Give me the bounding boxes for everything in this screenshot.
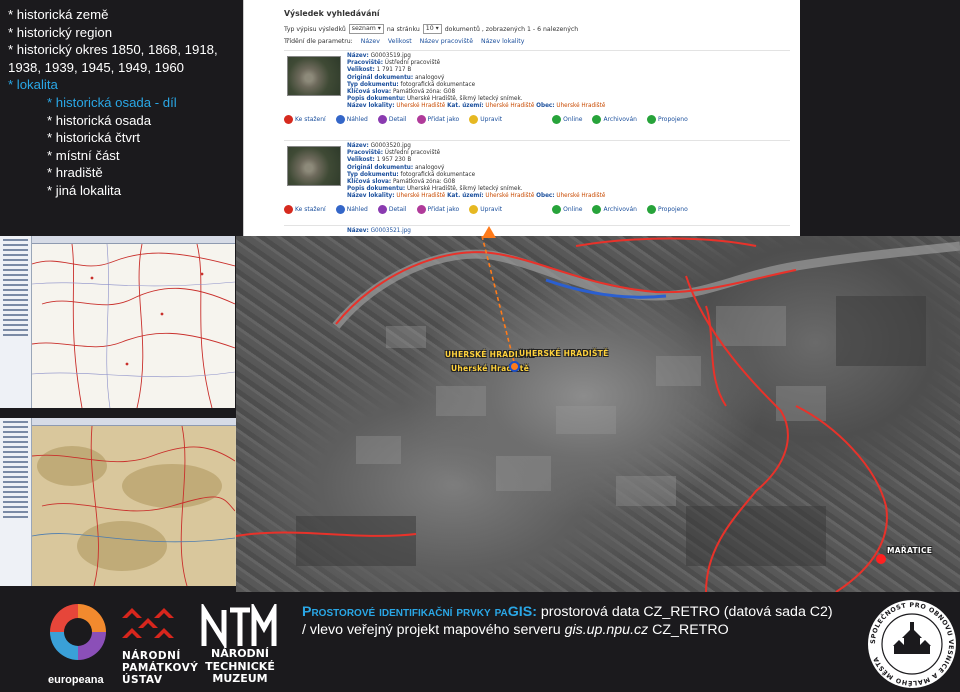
per-page-select[interactable]: 10 ▾ (422, 24, 442, 34)
aerial-photo-map[interactable]: UHERSKÉ HRADIŠTĚ UHERSKÉ HRADIŠTĚ Uhersk… (236, 236, 960, 592)
detail-button[interactable]: Detail (377, 205, 407, 214)
download-button[interactable]: Ke stažení (284, 205, 326, 214)
record-fields: Název: G0003520.jpg Pracoviště: Ústřední… (347, 143, 606, 200)
result-record-partial: Název: G0003521.jpg (284, 225, 790, 235)
map-label-maratice: MAŘATICE (887, 546, 933, 555)
map-toolbar (0, 236, 235, 244)
online-status: Online (552, 205, 582, 214)
caption-line-2: / vlevo veřejný projekt mapového serveru… (302, 622, 729, 638)
npu-logo: NÁRODNÍ PAMÁTKOVÝ ÚSTAV (110, 604, 200, 690)
download-button[interactable]: Ke stažení (284, 115, 326, 124)
sort-size[interactable]: Velikost (388, 38, 412, 45)
linked-status: Propojeno (646, 205, 688, 214)
online-status: Online (552, 115, 582, 124)
npu-logo-text: NÁRODNÍ PAMÁTKOVÝ ÚSTAV (122, 650, 199, 686)
results-count: dokumentů , zobrazených 1 - 6 nalezených (444, 25, 579, 33)
sort-label: Třídění dle parametru: (284, 38, 353, 45)
results-toolbar: Typ výpisu výsledků seznam ▾ na stránku … (284, 24, 790, 34)
historic-map-graphic (32, 426, 235, 586)
sort-name[interactable]: Název (361, 38, 380, 45)
caption-line-1: Prostorové identifikační prvky paGIS: pr… (302, 604, 833, 620)
add-as-button[interactable]: Přidat jako (416, 205, 459, 214)
archived-status: Archivován (592, 115, 637, 124)
map-layer-tree (0, 418, 32, 586)
record-actions: Ke stažení Náhled Detail Přidat jako Upr… (284, 115, 790, 124)
sort-locality[interactable]: Název lokality (481, 38, 524, 45)
listing-type-select[interactable]: seznam ▾ (348, 24, 384, 34)
ntm-mark-icon (201, 604, 277, 648)
add-as-button[interactable]: Přidat jako (416, 115, 459, 124)
sort-workplace[interactable]: Název pracoviště (420, 38, 473, 45)
detail-button[interactable]: Detail (377, 115, 407, 124)
category-item[interactable]: * historická země (8, 6, 246, 24)
category-item[interactable]: * místní část (8, 147, 246, 165)
npu-mark-icon (122, 608, 174, 638)
per-page-label: na stránku (386, 25, 420, 33)
results-title: Výsledek vyhledávání (284, 9, 380, 18)
map-layer-tree (0, 236, 32, 408)
preview-button[interactable]: Náhled (335, 205, 368, 214)
category-list: * historická země * historický region * … (8, 6, 246, 200)
result-record: Název: G0003519.jpg Pracoviště: Ústřední… (284, 50, 790, 135)
linked-status: Propojeno (646, 115, 688, 124)
gis-map-screenshot-boundaries (0, 236, 235, 408)
record-thumbnail[interactable] (287, 56, 341, 96)
europeana-mark-icon (50, 604, 106, 660)
category-item[interactable]: * historická čtvrt (8, 129, 246, 147)
category-item[interactable]: * historický okres 1850, 1868, 1918, 193… (8, 41, 246, 76)
category-item[interactable]: * lokalita (8, 76, 246, 94)
category-item[interactable]: * historický region (8, 24, 246, 42)
record-actions: Ke stažení Náhled Detail Přidat jako Upr… (284, 205, 790, 214)
category-item[interactable]: * hradiště (8, 164, 246, 182)
ntm-logo-text: NÁRODNÍ TECHNICKÉ MUZEUM (205, 647, 275, 685)
europeana-logo: europeana (40, 604, 110, 690)
map-label-uherske-hradiste: UHERSKÉ HRADIŠTĚ (519, 349, 609, 358)
server-url[interactable]: gis.up.npu.cz (565, 622, 649, 638)
record-thumbnail[interactable] (287, 146, 341, 186)
record-fields: Název: G0003519.jpg Pracoviště: Ústřední… (347, 53, 606, 110)
location-marker[interactable] (876, 554, 886, 564)
archived-status: Archivován (592, 205, 637, 214)
search-results-panel: Výsledek vyhledávání Typ výpisu výsledků… (243, 0, 800, 236)
pointer-arrow-icon (482, 226, 496, 238)
edit-button[interactable]: Upravit (469, 115, 502, 124)
aerial-overlay (236, 236, 960, 592)
boundary-map-graphic (32, 244, 235, 408)
listing-type-label: Typ výpisu výsledků (284, 25, 346, 33)
footer-caption: Prostorové identifikační prvky paGIS: pr… (302, 603, 862, 639)
category-item[interactable]: * jiná lokalita (8, 182, 246, 200)
ntm-logo: NÁRODNÍ TECHNICKÉ MUZEUM (200, 596, 280, 690)
sort-bar: Třídění dle parametru: Název Velikost Ná… (284, 38, 790, 45)
village-renewal-seal: SPOLEČNOST PRO OBNOVU VESNICE A MALÉHO M… (868, 600, 956, 688)
category-item[interactable]: * historická osada - díl (8, 94, 246, 112)
result-record: Název: G0003520.jpg Pracoviště: Ústřední… (284, 140, 790, 225)
location-marker[interactable] (509, 361, 520, 372)
edit-button[interactable]: Upravit (469, 205, 502, 214)
category-item[interactable]: * historická osada (8, 112, 246, 130)
preview-button[interactable]: Náhled (335, 115, 368, 124)
